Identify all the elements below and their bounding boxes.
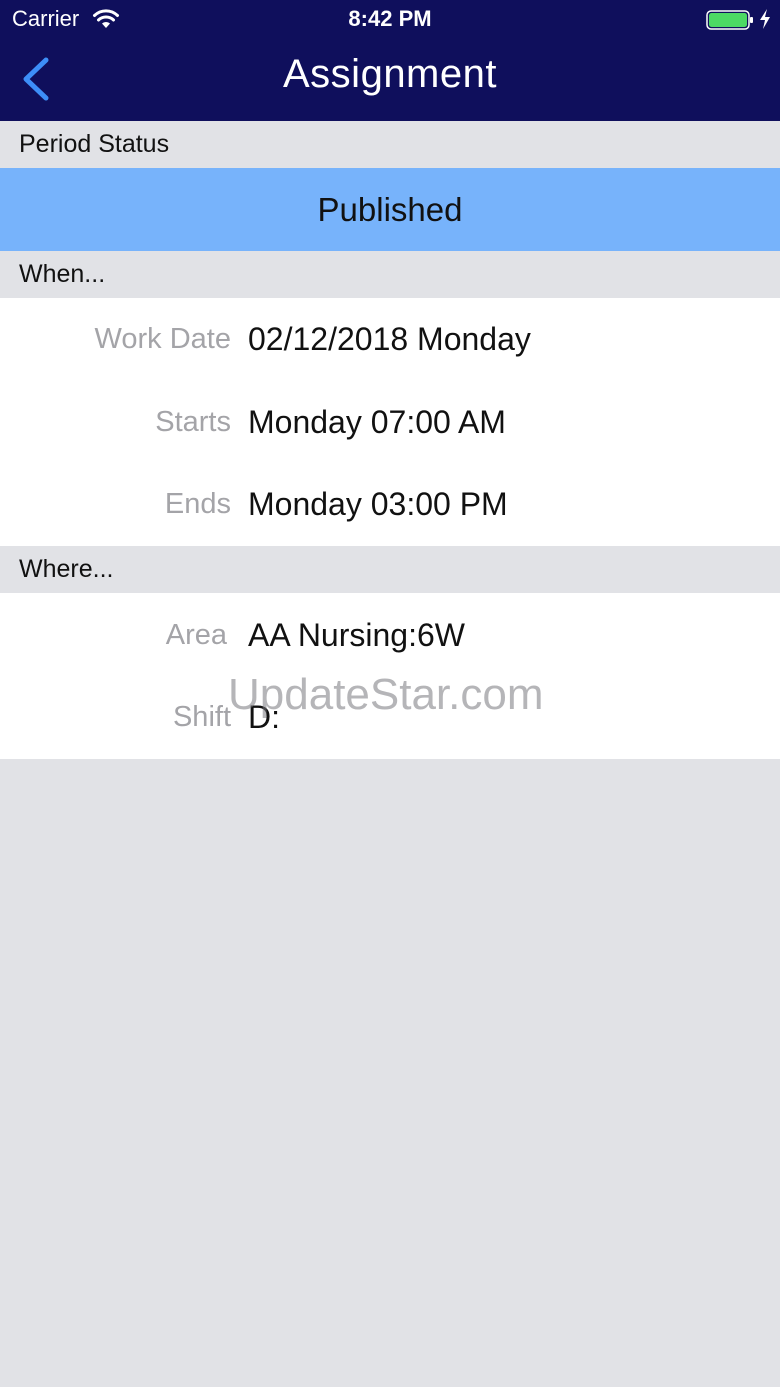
section-header-where: Where... [0, 546, 780, 593]
navigation-bar: Carrier 8:42 PM Assignment [0, 0, 780, 121]
charging-bolt-icon [760, 9, 770, 29]
work-date-row: Work Date 02/12/2018 Monday [0, 309, 780, 369]
ends-label: Ends [164, 488, 231, 520]
shift-label: Shift [172, 701, 231, 733]
starts-label: Starts [155, 406, 231, 438]
ends-value: Monday 03:00 PM [248, 486, 508, 522]
work-date-value: 02/12/2018 Monday [248, 321, 531, 357]
section-header-when: When... [0, 251, 780, 298]
when-panel: Work Date 02/12/2018 Monday Starts Monda… [0, 298, 780, 546]
section-header-period-status: Period Status [0, 121, 780, 168]
battery-icon [706, 10, 753, 30]
area-label: Area [165, 619, 227, 651]
ends-row: Ends Monday 03:00 PM [0, 474, 780, 534]
starts-value: Monday 07:00 AM [248, 404, 506, 440]
period-status-badge: Published [0, 168, 780, 251]
area-row: Area AA Nursing:6W [0, 605, 780, 665]
watermark-text: UpdateStar.com [228, 670, 544, 719]
page-title: Assignment [283, 52, 497, 96]
work-date-label: Work Date [94, 323, 231, 355]
status-bar: Carrier 8:42 PM [0, 0, 780, 40]
area-value: AA Nursing:6W [248, 617, 465, 653]
clock-time: 8:42 PM [348, 6, 432, 31]
starts-row: Starts Monday 07:00 AM [0, 392, 780, 452]
